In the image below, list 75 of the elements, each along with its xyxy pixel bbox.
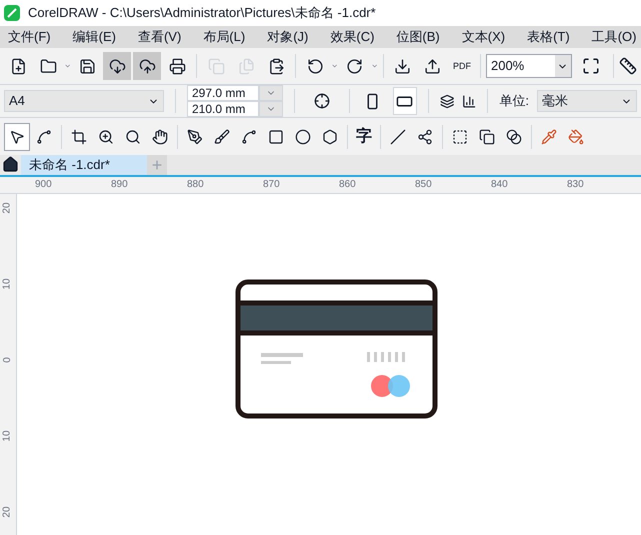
zoom-icon bbox=[98, 128, 114, 144]
ruler-label: 840 bbox=[490, 178, 509, 192]
home-icon[interactable] bbox=[2, 156, 19, 173]
units-label: 单位: bbox=[499, 92, 530, 110]
ruler-icon[interactable] bbox=[618, 57, 637, 75]
cloud-download-button[interactable] bbox=[103, 52, 132, 80]
menu-item[interactable]: 效果(C) bbox=[330, 27, 374, 47]
ruler-label: 890 bbox=[110, 178, 129, 192]
transparency-icon bbox=[506, 128, 522, 144]
save-icon bbox=[78, 58, 96, 74]
export-icon bbox=[424, 58, 442, 74]
frame-icon bbox=[452, 128, 468, 144]
hand-icon bbox=[152, 128, 168, 144]
height-field[interactable]: 210.0 mm bbox=[187, 101, 259, 117]
document-tab[interactable]: 未命名 -1.cdr* bbox=[21, 155, 147, 175]
pointer-tool[interactable] bbox=[4, 122, 30, 150]
menu-item[interactable]: 文本(X) bbox=[462, 27, 506, 47]
ruler-label: 850 bbox=[414, 178, 433, 192]
ruler-label: 900 bbox=[34, 178, 53, 192]
eyedropper-icon bbox=[541, 128, 557, 144]
app-logo-icon bbox=[4, 5, 20, 21]
import-icon bbox=[394, 58, 412, 74]
pen-icon bbox=[187, 128, 203, 144]
paste-icon bbox=[268, 58, 285, 74]
page-size-dropdown[interactable]: A4 bbox=[4, 90, 164, 112]
cloud-download-icon bbox=[108, 58, 126, 74]
rectangle-icon bbox=[268, 128, 284, 144]
pdf-label[interactable]: PDF bbox=[448, 62, 475, 70]
pages-icon[interactable] bbox=[440, 92, 454, 110]
ruler-label: 860 bbox=[338, 178, 357, 192]
ruler-label: 0 bbox=[1, 357, 14, 363]
connector-icon bbox=[417, 128, 433, 144]
cloud-upload-icon bbox=[138, 58, 156, 74]
new-file-icon bbox=[10, 58, 26, 74]
redo-icon bbox=[346, 58, 364, 74]
undo-icon bbox=[306, 58, 324, 74]
window-title: CorelDRAW - C:\Users\Administrator\Pictures\未命名 -1.cdr* bbox=[28, 4, 376, 22]
landscape-button[interactable] bbox=[392, 87, 417, 115]
menu-item[interactable]: 编辑(E) bbox=[72, 27, 116, 47]
brush-icon bbox=[214, 128, 230, 144]
ellipse-icon bbox=[295, 128, 311, 144]
hexagon-icon bbox=[322, 128, 338, 144]
bars-icon[interactable] bbox=[462, 92, 476, 110]
units-dropdown[interactable]: 毫米 bbox=[537, 90, 638, 112]
menu-item[interactable]: 对象(J) bbox=[267, 27, 308, 47]
folder-icon bbox=[40, 58, 56, 74]
page-layout-icon[interactable] bbox=[314, 93, 330, 109]
fit-page-icon[interactable] bbox=[582, 57, 600, 75]
line-icon bbox=[390, 128, 406, 144]
menu-item[interactable]: 表格(T) bbox=[527, 27, 570, 47]
zoom-field[interactable]: 200% bbox=[486, 54, 572, 78]
copy-icon bbox=[208, 58, 225, 74]
menu-item[interactable]: 工具(O) bbox=[592, 27, 636, 47]
menu-item[interactable]: 位图(B) bbox=[396, 27, 440, 47]
ruler-label: 20 bbox=[1, 506, 14, 518]
cloud-upload-button[interactable] bbox=[133, 52, 162, 80]
menu-item[interactable]: 文件(F) bbox=[8, 27, 51, 47]
ruler-label: 10 bbox=[1, 430, 14, 442]
ruler-label: 830 bbox=[566, 178, 585, 192]
text-tool-button[interactable]: 字 bbox=[352, 124, 376, 148]
curve-icon bbox=[36, 128, 52, 144]
ruler-label: 870 bbox=[262, 178, 281, 192]
crop-icon bbox=[71, 128, 87, 144]
search-icon bbox=[125, 128, 141, 144]
printer-icon bbox=[168, 58, 186, 74]
ruler-label: 10 bbox=[1, 278, 14, 290]
menu-item[interactable]: 布局(L) bbox=[203, 27, 246, 47]
menu-item[interactable]: 查看(V) bbox=[138, 27, 182, 47]
files-icon bbox=[238, 58, 255, 74]
width-field[interactable]: 297.0 mm bbox=[187, 85, 259, 101]
fill-icon bbox=[568, 128, 584, 144]
pointer-icon bbox=[9, 128, 25, 144]
ruler-label: 20 bbox=[1, 202, 14, 214]
ruler-label: 880 bbox=[186, 178, 205, 192]
shadow-icon bbox=[479, 128, 495, 144]
